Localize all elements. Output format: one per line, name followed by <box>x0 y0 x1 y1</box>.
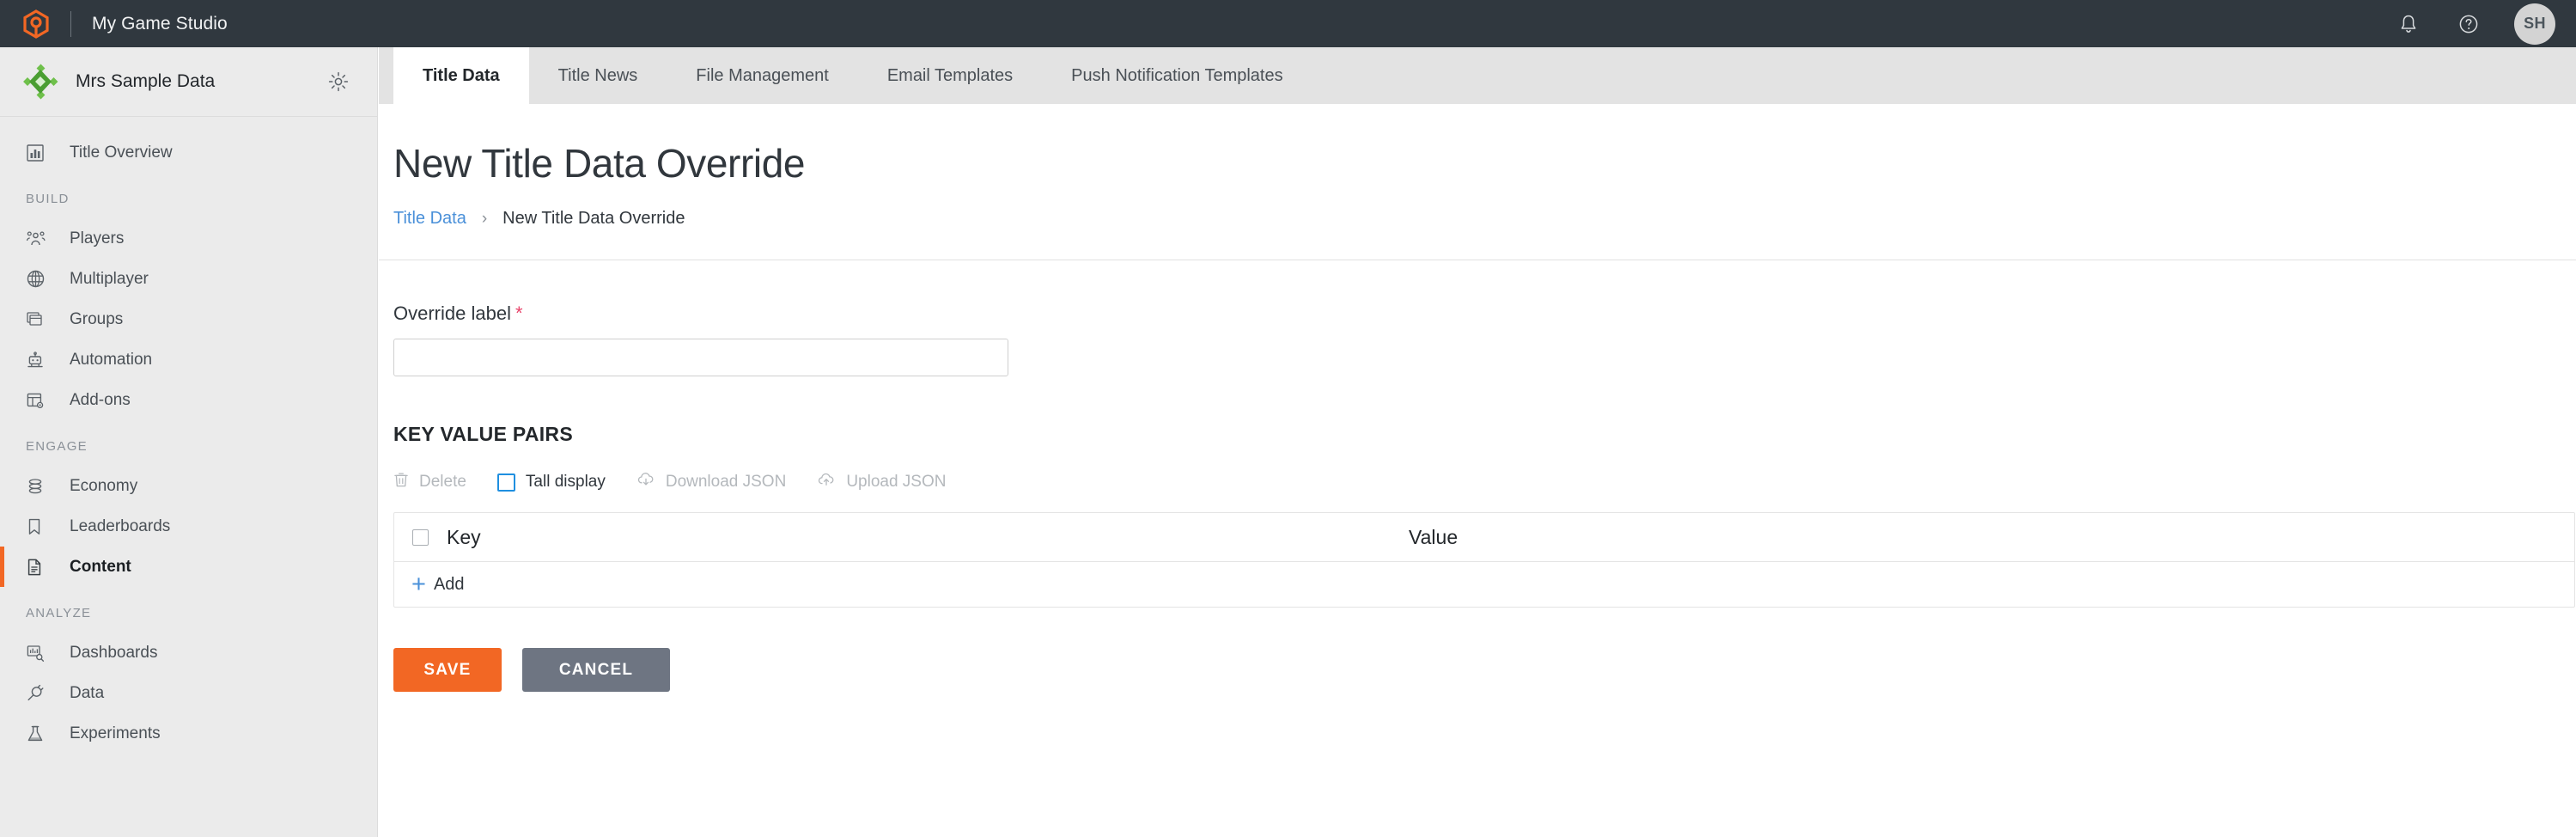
column-header-key: Key <box>447 526 1409 549</box>
tab-title-data[interactable]: Title Data <box>393 47 529 104</box>
sidebar-item-leaderboards[interactable]: Leaderboards <box>0 506 377 547</box>
sidebar-item-label: Multiplayer <box>70 270 149 289</box>
form-actions: SAVE CANCEL <box>393 648 2576 692</box>
select-all-checkbox[interactable] <box>412 529 429 546</box>
sidebar-item-label: Leaderboards <box>70 517 170 536</box>
sidebar-item-automation[interactable]: Automation <box>0 339 377 380</box>
flask-icon <box>26 722 53 746</box>
table-header-row: Key Value <box>394 513 2574 562</box>
select-all-cell <box>394 529 447 546</box>
sidebar-item-label: Groups <box>70 310 123 329</box>
sidebar-item-add-ons[interactable]: Add-ons <box>0 380 377 420</box>
breadcrumb: Title Data › New Title Data Override <box>393 209 2576 229</box>
tab-push-notification-templates[interactable]: Push Notification Templates <box>1042 47 1312 104</box>
add-row-button[interactable]: + Add <box>394 562 2574 607</box>
override-label-text: Override label <box>393 302 511 324</box>
override-label-label: Override label* <box>393 302 2576 325</box>
add-label: Add <box>434 575 465 595</box>
sidebar-group-analyze-label: ANALYZE <box>0 587 377 632</box>
sidebar-item-label: Content <box>70 558 131 577</box>
override-form: Override label* KEY VALUE PAIRS Delete T… <box>379 260 2576 692</box>
people-icon <box>26 227 53 251</box>
brand-title: My Game Studio <box>92 14 228 34</box>
trash-icon <box>393 471 409 493</box>
avatar[interactable]: SH <box>2514 3 2555 45</box>
delete-button[interactable]: Delete <box>393 471 466 493</box>
top-app-bar: My Game Studio SH <box>0 0 2576 47</box>
topbar-actions: SH <box>2394 3 2576 45</box>
key-value-table: Key Value + Add <box>393 512 2575 608</box>
question-circle-icon[interactable] <box>2454 9 2483 39</box>
robot-icon <box>26 348 53 372</box>
sidebar: Mrs Sample Data Title Overview BUILD <box>0 47 378 837</box>
coins-stack-icon <box>26 474 53 498</box>
sidebar-item-experiments[interactable]: Experiments <box>0 713 377 754</box>
tab-bar: Title Data Title News File Management Em… <box>379 47 2576 104</box>
download-json-label: Download JSON <box>666 473 786 492</box>
breadcrumb-link-title-data[interactable]: Title Data <box>393 209 466 229</box>
bar-chart-icon <box>26 141 53 165</box>
sidebar-item-multiplayer[interactable]: Multiplayer <box>0 259 377 299</box>
delete-label: Delete <box>419 473 466 492</box>
sidebar-item-players[interactable]: Players <box>0 218 377 259</box>
sidebar-item-dashboards[interactable]: Dashboards <box>0 632 377 673</box>
table-gear-icon <box>26 388 53 412</box>
chevron-right-icon: › <box>482 210 487 229</box>
sidebar-item-label: Add-ons <box>70 391 131 410</box>
sidebar-item-data[interactable]: Data <box>0 673 377 713</box>
page-header: New Title Data Override Title Data › New… <box>379 104 2576 229</box>
sidebar-item-label: Data <box>70 684 104 703</box>
sidebar-item-label: Players <box>70 229 124 248</box>
sidebar-group-engage-label: ENGAGE <box>0 420 377 466</box>
plug-icon <box>26 681 53 706</box>
sidebar-item-label: Dashboards <box>70 644 157 663</box>
tab-file-management[interactable]: File Management <box>667 47 858 104</box>
green-diamond-icon <box>22 64 58 100</box>
sidebar-nav: Title Overview BUILD Players <box>0 117 377 754</box>
brand-divider <box>70 11 71 37</box>
plus-icon: + <box>411 572 426 597</box>
upload-json-label: Upload JSON <box>846 473 946 492</box>
sidebar-item-title-overview[interactable]: Title Overview <box>0 132 377 173</box>
globe-icon <box>26 267 53 291</box>
stacked-windows-icon <box>26 308 53 332</box>
sidebar-item-label: Experiments <box>70 724 161 743</box>
playfab-hexagon-logo-icon[interactable] <box>22 9 50 39</box>
sidebar-item-content[interactable]: Content <box>0 547 377 587</box>
studio-name: Mrs Sample Data <box>76 70 215 93</box>
tab-title-news[interactable]: Title News <box>529 47 667 104</box>
studio-selector[interactable]: Mrs Sample Data <box>0 47 377 117</box>
sidebar-item-economy[interactable]: Economy <box>0 466 377 506</box>
required-marker: * <box>515 302 523 324</box>
cloud-download-icon <box>636 471 655 493</box>
page-title: New Title Data Override <box>393 140 2576 186</box>
sidebar-item-label: Automation <box>70 351 152 370</box>
document-icon <box>26 555 53 579</box>
main-content: Title Data Title News File Management Em… <box>379 47 2576 837</box>
override-label-input[interactable] <box>393 339 1008 376</box>
tall-display-toggle[interactable]: Tall display <box>497 473 606 492</box>
cloud-upload-icon <box>817 471 836 493</box>
sidebar-item-label: Economy <box>70 477 137 496</box>
save-button[interactable]: SAVE <box>393 648 502 692</box>
key-value-toolbar: Delete Tall display Download JSON <box>393 471 2576 493</box>
gear-icon[interactable] <box>326 69 351 95</box>
sidebar-item-label: Title Overview <box>70 144 173 162</box>
chart-search-icon <box>26 641 53 665</box>
bell-icon[interactable] <box>2394 9 2423 39</box>
tab-email-templates[interactable]: Email Templates <box>858 47 1042 104</box>
sidebar-item-groups[interactable]: Groups <box>0 299 377 339</box>
download-json-button[interactable]: Download JSON <box>636 471 786 493</box>
sidebar-group-build-label: BUILD <box>0 173 377 218</box>
checkbox-icon[interactable] <box>497 473 515 492</box>
tall-display-label: Tall display <box>526 473 606 492</box>
key-value-pairs-section-title: KEY VALUE PAIRS <box>393 423 2576 446</box>
breadcrumb-current: New Title Data Override <box>502 209 685 229</box>
cancel-button[interactable]: CANCEL <box>522 648 670 692</box>
upload-json-button[interactable]: Upload JSON <box>817 471 946 493</box>
column-header-value: Value <box>1409 526 1458 549</box>
bookmark-icon <box>26 515 53 539</box>
